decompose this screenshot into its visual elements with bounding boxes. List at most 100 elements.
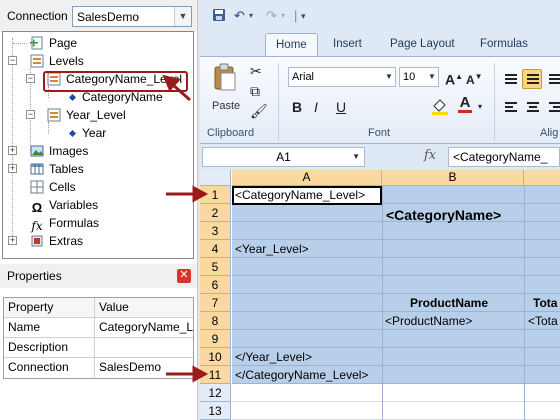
chevron-down-icon[interactable]: ▼ — [174, 7, 191, 26]
row-header[interactable]: 11 — [200, 366, 231, 384]
fx-icon: fx — [31, 219, 43, 233]
redo-icon[interactable]: ↷ — [266, 8, 277, 24]
cell-c7[interactable]: Tota — [533, 294, 557, 312]
cut-icon[interactable]: ✂ — [250, 63, 262, 79]
tree-item-page[interactable]: Page — [30, 34, 77, 52]
grow-font-icon[interactable]: A▲ — [445, 69, 463, 88]
cell-c8[interactable]: <Tota — [528, 312, 558, 330]
tab-page-layout[interactable]: Page Layout — [390, 38, 455, 50]
font-name-select[interactable]: Arial ▼ — [288, 67, 396, 87]
tree-item-label: Variables — [49, 198, 99, 212]
property-row[interactable]: Name CategoryName_L — [4, 318, 193, 338]
align-left-button[interactable] — [500, 97, 520, 117]
cell-a4[interactable]: <Year_Level> — [235, 240, 309, 258]
tree-item-label: Images — [49, 144, 89, 158]
tree-item-tables[interactable]: Tables — [30, 160, 84, 178]
property-row[interactable]: Description — [4, 338, 193, 358]
expand-icon[interactable]: + — [8, 236, 17, 245]
report-tree: Page − Levels − CategoryName_Level Categ… — [2, 31, 194, 259]
cell-b8[interactable]: <ProductName> — [385, 312, 472, 330]
row-header[interactable]: 1 — [200, 186, 231, 204]
connection-select[interactable]: SalesDemo ▼ — [72, 6, 192, 27]
tree-item-extras[interactable]: Extras — [30, 232, 83, 250]
fx-icon[interactable]: fx — [424, 148, 436, 163]
property-row[interactable]: Connection SalesDemo — [4, 358, 193, 378]
collapse-icon[interactable]: − — [26, 74, 35, 83]
align-right-button[interactable] — [544, 97, 560, 117]
tree-item-label: Page — [49, 36, 78, 50]
align-top-button[interactable] — [500, 69, 520, 89]
name-box[interactable]: A1 ▼ — [202, 147, 365, 167]
undo-icon[interactable]: ↶ — [234, 8, 245, 24]
paste-icon[interactable] — [212, 63, 238, 93]
tree-item-cells[interactable]: Cells — [30, 178, 76, 196]
tree-item-label: Levels — [49, 54, 84, 68]
row-header[interactable]: 6 — [200, 276, 231, 294]
group-separator — [494, 63, 495, 141]
close-icon[interactable]: ✕ — [177, 269, 191, 283]
shrink-font-icon[interactable]: A▼ — [466, 69, 483, 88]
tree-item-label: Extras — [49, 234, 84, 248]
chevron-down-icon[interactable]: ▾ — [478, 99, 482, 115]
level-icon — [47, 108, 61, 122]
collapse-icon[interactable]: − — [26, 110, 35, 119]
font-size-select[interactable]: 10 ▼ — [399, 67, 439, 87]
tab-home[interactable]: Home — [265, 33, 318, 57]
clipboard-group-label: Clipboard — [207, 127, 255, 139]
cell-b7[interactable]: ProductName — [410, 294, 488, 312]
save-icon[interactable] — [212, 8, 226, 24]
column-header-c[interactable] — [524, 170, 560, 186]
align-bottom-button[interactable] — [544, 69, 560, 89]
row-header[interactable]: 4 — [200, 240, 231, 258]
row-header[interactable]: 10 — [200, 348, 231, 366]
row-header[interactable]: 7 — [200, 294, 231, 312]
property-value[interactable]: CategoryName_L — [95, 318, 193, 337]
cell-a10[interactable]: </Year_Level> — [235, 348, 312, 366]
italic-icon[interactable]: I — [314, 99, 318, 115]
formula-input[interactable]: <CategoryName_ — [448, 147, 560, 167]
row-header[interactable]: 9 — [200, 330, 231, 348]
customize-toolbar-icon[interactable]: ▾ — [301, 8, 306, 24]
row-header[interactable]: 12 — [200, 384, 231, 402]
row-header[interactable]: 2 — [200, 204, 231, 222]
align-middle-button[interactable] — [522, 69, 542, 89]
expand-icon[interactable]: + — [8, 164, 17, 173]
cell-a1[interactable]: <CategoryName_Level> — [235, 186, 365, 204]
align-center-button[interactable] — [522, 97, 542, 117]
tree-item-levels[interactable]: Levels — [30, 52, 84, 70]
chevron-down-icon[interactable]: ▾ — [281, 8, 285, 24]
property-value[interactable]: SalesDemo — [95, 358, 193, 378]
copy-icon[interactable]: ⧉ — [250, 83, 260, 99]
expand-icon[interactable]: + — [8, 146, 17, 155]
tree-item-variables[interactable]: Ω Variables — [30, 196, 99, 215]
tree-item-year[interactable]: Year — [68, 124, 106, 142]
column-header-b[interactable]: B — [382, 170, 524, 186]
row-header[interactable]: 13 — [200, 402, 231, 420]
properties-grid: Property Value Name CategoryName_L Descr… — [3, 297, 194, 379]
column-header-a[interactable]: A — [232, 170, 382, 186]
table-icon — [30, 162, 44, 176]
tree-item-images[interactable]: Images — [30, 142, 88, 160]
bold-icon[interactable]: B — [292, 99, 302, 115]
row-header[interactable]: 8 — [200, 312, 231, 330]
worksheet[interactable]: A B 1 2 3 4 5 6 7 8 9 10 11 12 13 <Categ… — [200, 170, 560, 420]
underline-icon[interactable]: U — [336, 99, 346, 115]
tree-item-formulas[interactable]: fx Formulas — [30, 214, 99, 233]
select-all-corner[interactable] — [200, 170, 231, 186]
collapse-icon[interactable]: − — [8, 56, 17, 65]
row-header[interactable]: 5 — [200, 258, 231, 276]
cell-a11[interactable]: </CategoryName_Level> — [235, 366, 368, 384]
paste-label[interactable]: Paste — [212, 97, 240, 115]
tree-item-year-level[interactable]: Year_Level — [47, 106, 126, 124]
tab-insert[interactable]: Insert — [333, 38, 362, 50]
cell-b2[interactable]: <CategoryName> — [386, 206, 501, 224]
font-color-icon[interactable]: A — [458, 95, 472, 113]
chevron-down-icon: ▼ — [385, 72, 393, 81]
format-painter-icon[interactable]: 🖌 — [250, 103, 268, 119]
fill-color-icon[interactable] — [430, 97, 450, 118]
tab-formulas[interactable]: Formulas — [480, 38, 528, 50]
chevron-down-icon[interactable]: ▾ — [249, 8, 253, 24]
row-header[interactable]: 3 — [200, 222, 231, 240]
ribbon: Paste ✂ ⧉ 🖌 Clipboard Arial ▼ 10 ▼ A▲ A▼… — [200, 56, 560, 144]
property-value[interactable] — [95, 338, 193, 357]
